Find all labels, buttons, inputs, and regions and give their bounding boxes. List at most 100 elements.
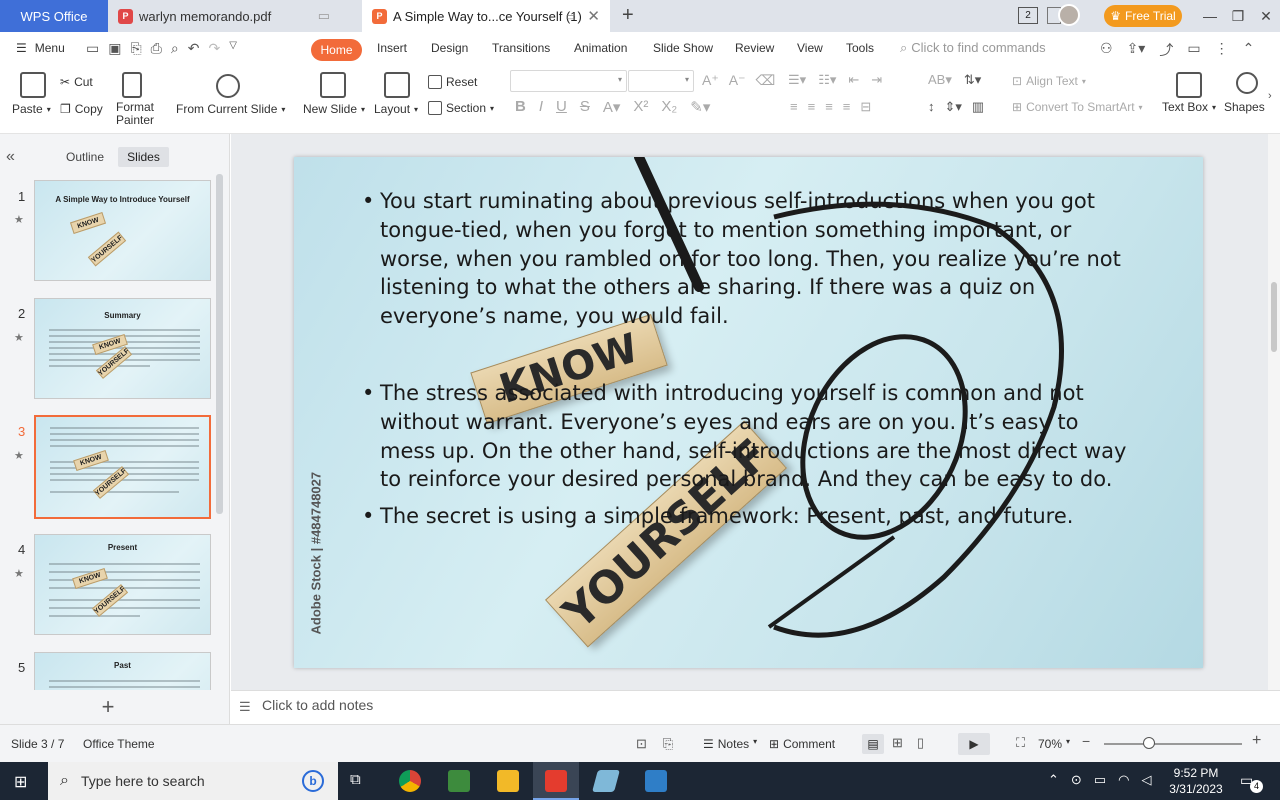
justify-icon[interactable]: ≡ — [843, 99, 851, 115]
tab-transitions[interactable]: Transitions — [492, 41, 550, 55]
notepad-icon[interactable] — [592, 770, 620, 792]
main-menu-button[interactable]: ☰ Menu — [16, 41, 65, 55]
pin-icon[interactable]: ▭ — [318, 8, 330, 24]
font-color-icon[interactable]: A▾ — [603, 98, 621, 116]
protect-icon[interactable]: ⊡ — [636, 736, 647, 752]
free-trial-button[interactable]: ♛ Free Trial — [1104, 5, 1182, 27]
sort-icon[interactable]: ⇅▾ — [964, 72, 981, 88]
tab-pdf-document[interactable]: P warlyn memorando.pdf ▭ — [108, 0, 360, 32]
notes-toggle-button[interactable]: ☰ Notes ▾ — [703, 737, 757, 751]
canvas-scrollbar[interactable] — [1268, 134, 1280, 690]
volume-icon[interactable]: ◁ — [1141, 772, 1151, 788]
clock[interactable]: 9:52 PM 3/31/2023 — [1162, 765, 1230, 797]
shapes-button[interactable]: Shapes — [1224, 100, 1265, 114]
new-tab-icon[interactable]: + — [622, 4, 634, 27]
zoom-slider[interactable] — [1104, 743, 1242, 745]
close-tab-icon[interactable]: ✕ — [587, 7, 600, 25]
clear-format-icon[interactable]: ⌫ — [755, 72, 775, 89]
undo-icon[interactable]: ↶ — [188, 40, 200, 57]
distribute-icon[interactable]: ⊟ — [860, 99, 871, 115]
underline-icon[interactable]: U — [556, 98, 567, 116]
tab-slides[interactable]: Slides — [118, 147, 169, 167]
tray-expand-icon[interactable]: ⌃ — [1048, 772, 1059, 788]
restore-icon[interactable]: ❐ — [1228, 6, 1248, 26]
more-options-icon[interactable]: ⋮ — [1215, 40, 1229, 60]
tab-tools[interactable]: Tools — [846, 41, 874, 55]
slide-thumbnail-3[interactable]: KNOW YOURSELF — [34, 415, 211, 519]
new-slide-button[interactable]: New Slide ▾ — [303, 102, 365, 116]
fit-slide-icon[interactable]: ⎘ — [663, 736, 673, 752]
battery-icon[interactable]: ▭ — [1094, 772, 1106, 788]
bullets-icon[interactable]: ☰▾ — [788, 72, 806, 88]
zoom-select[interactable]: 70% ▾ — [1038, 737, 1070, 751]
subscript-icon[interactable]: X₂ — [661, 98, 677, 116]
slide-thumbnail-5[interactable]: Past — [34, 652, 211, 690]
minimize-icon[interactable]: — — [1200, 6, 1220, 26]
tab-wps-office[interactable]: WPS Office — [0, 0, 108, 32]
tab-home[interactable]: Home — [311, 39, 362, 61]
strikethrough-icon[interactable]: S — [580, 98, 590, 116]
align-center-icon[interactable]: ≡ — [808, 99, 816, 115]
meet-icon[interactable]: ⊙ — [1071, 772, 1082, 788]
slide-thumbnail-2[interactable]: Summary KNOW YOURSELF — [34, 298, 211, 399]
text-box-button[interactable]: Text Box ▾ — [1162, 100, 1216, 114]
fit-window-icon[interactable]: ⛶ — [1016, 735, 1025, 751]
slide-thumbnail-1[interactable]: A Simple Way to Introduce Yourself KNOW … — [34, 180, 211, 281]
print-icon[interactable]: ⎙ — [151, 40, 162, 57]
redo-icon[interactable]: ↷ — [208, 40, 220, 57]
windows-start-icon[interactable]: ⊞ — [14, 772, 27, 792]
share-icon[interactable]: ⇪▾ — [1127, 40, 1146, 60]
tab-view[interactable]: View — [797, 41, 823, 55]
copy-button[interactable]: ❐ Copy — [60, 102, 103, 116]
paragraph-spacing-icon[interactable]: ⇕▾ — [945, 99, 962, 115]
taskbar-search[interactable]: ⌕ Type here to search b — [48, 762, 338, 800]
decrease-indent-icon[interactable]: ⇤ — [848, 72, 859, 88]
align-text-button[interactable]: ⊡ Align Text ▾ — [1012, 74, 1086, 88]
format-painter-button[interactable]: Format Painter — [116, 101, 154, 127]
font-family-select[interactable]: ▾ — [510, 70, 627, 92]
export-icon[interactable]: ⎘ — [130, 40, 141, 57]
align-right-icon[interactable]: ≡ — [825, 99, 833, 115]
slide-sorter-icon[interactable]: ⊞ — [892, 735, 903, 751]
normal-view-icon[interactable]: ▤ — [862, 734, 884, 754]
print-preview-icon[interactable]: ⌕ — [171, 40, 179, 57]
open-folder-icon[interactable]: ▭ — [86, 40, 99, 57]
italic-icon[interactable]: I — [539, 98, 543, 116]
chrome-icon[interactable] — [399, 770, 421, 792]
comment-icon[interactable]: ▭ — [1187, 40, 1200, 60]
wifi-icon[interactable]: ◠ — [1118, 772, 1129, 788]
theme-name[interactable]: Office Theme — [83, 737, 155, 751]
avatar[interactable] — [1058, 4, 1080, 26]
bold-icon[interactable]: B — [515, 98, 526, 116]
slideshow-play-icon[interactable]: ▶ — [958, 733, 990, 755]
slide-3[interactable]: KNOW YOURSELF Adobe Stock | #484748027 Y… — [294, 157, 1203, 668]
section-button[interactable]: Section ▾ — [428, 101, 494, 115]
decrease-font-icon[interactable]: A⁻ — [729, 72, 746, 89]
tab-outline[interactable]: Outline — [66, 150, 104, 164]
customize-icon[interactable]: ▽ — [229, 40, 237, 57]
reset-button[interactable]: Reset — [428, 75, 477, 89]
align-left-icon[interactable]: ≡ — [790, 99, 798, 115]
highlight-icon[interactable]: ✎▾ — [690, 98, 710, 116]
save-icon[interactable]: ▣ — [108, 40, 121, 57]
ribbon-scroll-right-icon[interactable]: › — [1268, 90, 1272, 102]
convert-smartart-button[interactable]: ⊞ Convert To SmartArt ▾ — [1012, 100, 1143, 114]
increase-font-icon[interactable]: A⁺ — [702, 72, 719, 89]
increase-indent-icon[interactable]: ⇥ — [871, 72, 882, 88]
numbering-icon[interactable]: ☷▾ — [818, 72, 836, 88]
font-size-select[interactable]: ▾ — [628, 70, 694, 92]
scrollbar-thumb[interactable] — [1271, 282, 1277, 352]
zoom-in-icon[interactable]: + — [1252, 732, 1261, 750]
more-arrow-icon[interactable]: ⤴ — [1159, 40, 1173, 60]
window-icon[interactable]: ▭ — [566, 10, 576, 23]
comment-button[interactable]: ⊞ Comment — [769, 737, 835, 751]
collapse-panel-icon[interactable]: « — [6, 148, 15, 166]
reading-view-icon[interactable]: ▯ — [917, 735, 924, 751]
tab-review[interactable]: Review — [735, 41, 774, 55]
command-search[interactable]: ⌕ Click to find commands — [900, 40, 1046, 56]
tab-insert[interactable]: Insert — [377, 41, 407, 55]
task-view-icon[interactable]: ⧉ — [350, 771, 361, 788]
paste-button[interactable]: Paste ▾ — [12, 102, 51, 116]
slide-thumbnail-4[interactable]: Present KNOW YOURSELF — [34, 534, 211, 635]
tab-slide-show[interactable]: Slide Show — [653, 41, 713, 55]
